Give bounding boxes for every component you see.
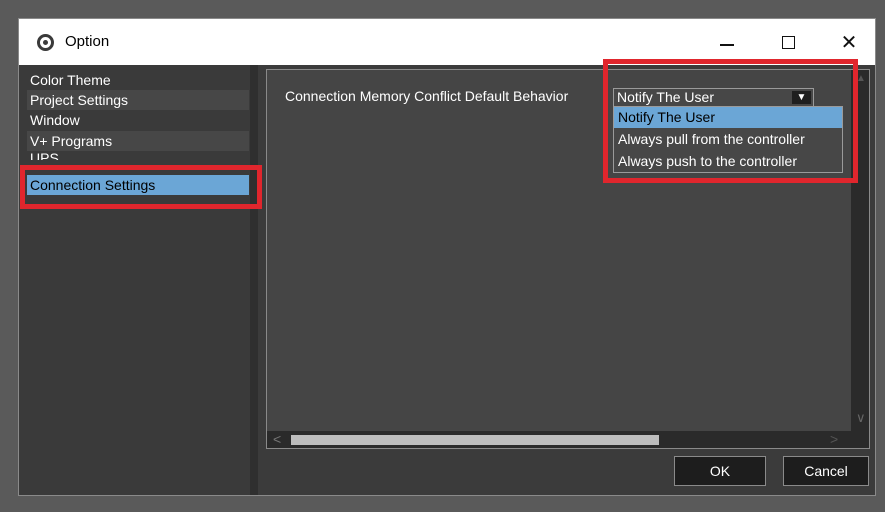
vertical-scrollbar[interactable]: ▲ ∨: [851, 70, 869, 431]
settings-nav: Color Theme Project Settings Window V+ P…: [19, 65, 250, 495]
select-dropdown-list: Notify The User Always pull from the con…: [613, 106, 843, 173]
panel-splitter[interactable]: [250, 65, 258, 495]
minimize-button[interactable]: [704, 25, 750, 59]
option-notify-user[interactable]: Notify The User: [614, 107, 842, 128]
horizontal-scrollbar[interactable]: < >: [267, 431, 851, 448]
ok-button[interactable]: OK: [674, 456, 766, 486]
horizontal-scroll-thumb[interactable]: [291, 435, 659, 445]
scroll-down-icon[interactable]: ∨: [856, 410, 866, 426]
option-always-push[interactable]: Always push to the controller: [614, 151, 842, 172]
dropdown-arrow-icon[interactable]: ▼: [792, 91, 811, 104]
nav-item-window[interactable]: Window: [27, 110, 249, 130]
app-icon: [37, 34, 54, 51]
conflict-behavior-select[interactable]: Notify The User ▼: [613, 88, 814, 107]
nav-item-project-settings[interactable]: Project Settings: [27, 90, 249, 110]
close-icon: ✕: [840, 31, 858, 54]
setting-label: Connection Memory Conflict Default Behav…: [285, 88, 569, 104]
title-bar: Option ✕: [19, 19, 875, 65]
select-value: Notify The User: [617, 89, 714, 105]
cancel-button[interactable]: Cancel: [783, 456, 869, 486]
close-button[interactable]: ✕: [826, 25, 872, 59]
scrollbar-corner: [851, 431, 869, 448]
nav-item-color-theme[interactable]: Color Theme: [27, 70, 249, 90]
window-title: Option: [65, 33, 110, 50]
maximize-icon: [781, 35, 795, 49]
scroll-left-icon[interactable]: <: [273, 431, 281, 448]
option-always-pull[interactable]: Always pull from the controller: [614, 129, 842, 150]
minimize-icon: [720, 44, 734, 46]
scroll-up-icon[interactable]: ▲: [856, 73, 866, 84]
nav-item-v-programs[interactable]: V+ Programs: [27, 131, 249, 151]
maximize-button[interactable]: [765, 25, 811, 59]
nav-item-ups[interactable]: UPS: [27, 151, 249, 160]
settings-content-panel: Connection Memory Conflict Default Behav…: [266, 69, 870, 449]
scroll-right-icon[interactable]: >: [830, 431, 838, 448]
nav-item-connection-settings[interactable]: Connection Settings: [27, 175, 249, 195]
option-dialog: Option ✕ Color Theme Project Settings Wi…: [18, 18, 876, 496]
